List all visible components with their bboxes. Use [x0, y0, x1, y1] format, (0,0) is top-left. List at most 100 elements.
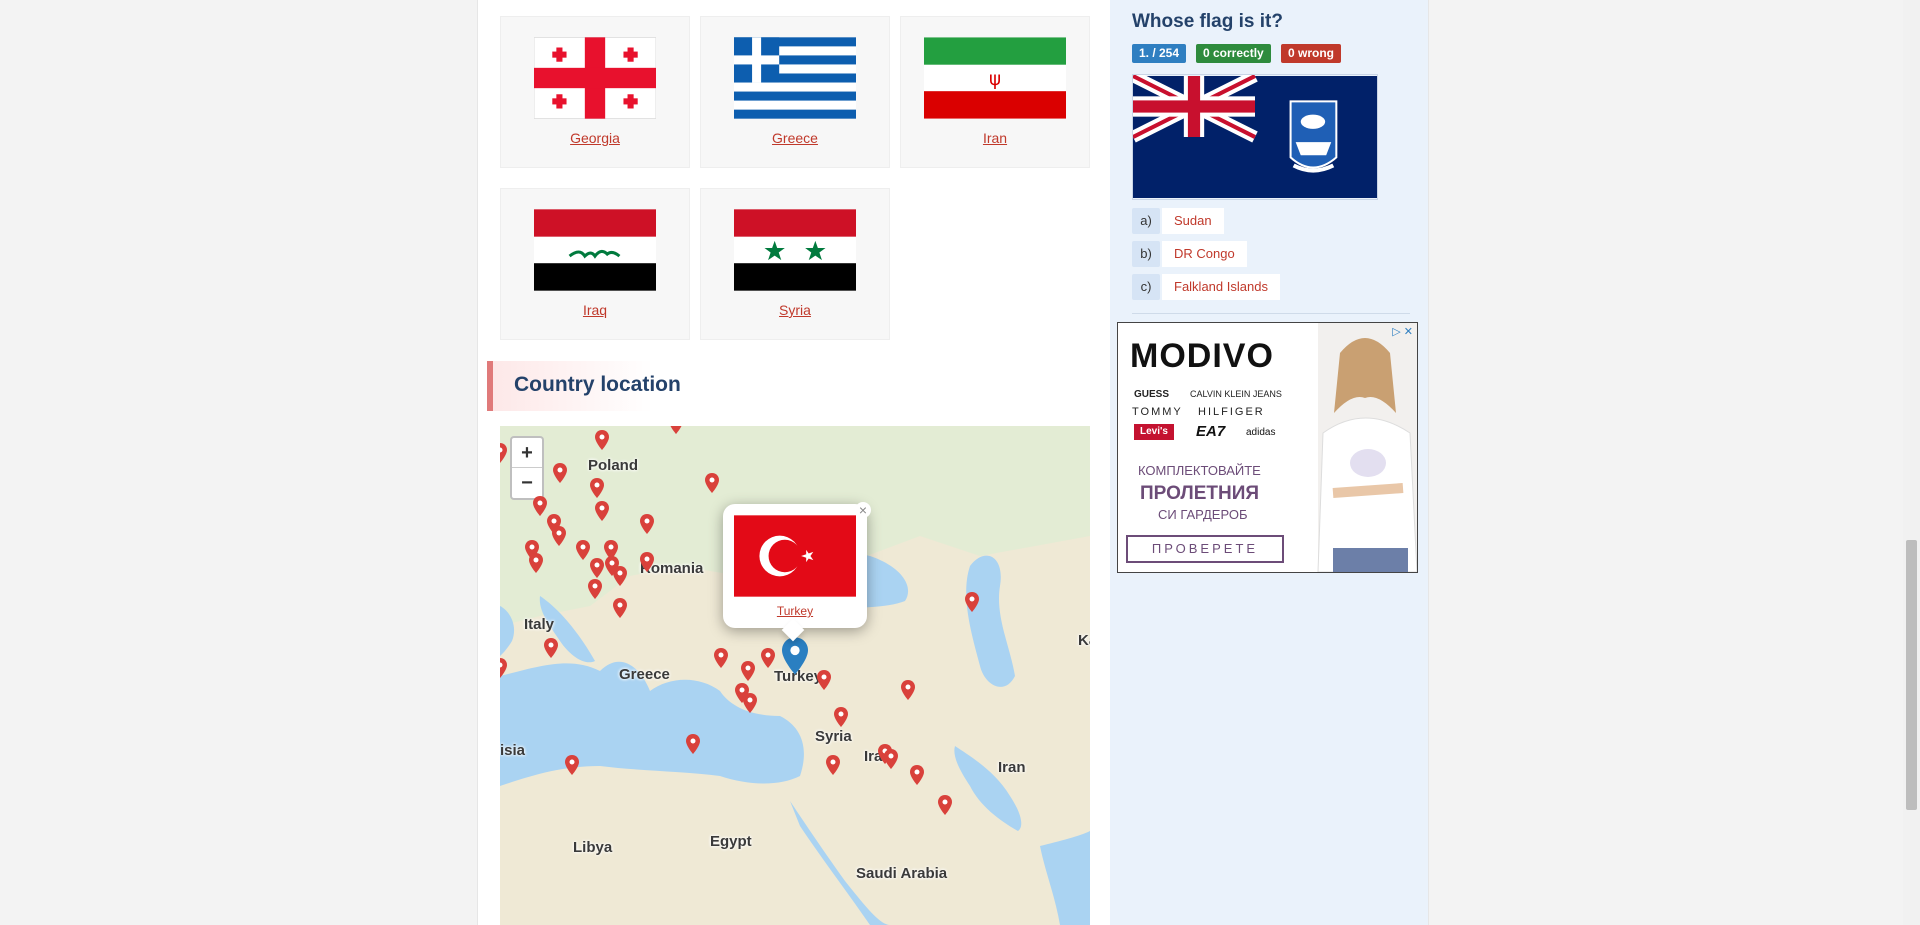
advertisement-banner[interactable]: MODIVO GUESS CALVIN KLEIN JEANS TOMMY HI…: [1117, 322, 1418, 573]
red-map-marker-icon[interactable]: [595, 430, 609, 450]
red-map-marker-icon[interactable]: [640, 514, 654, 534]
red-map-marker-icon[interactable]: [565, 755, 579, 775]
red-map-marker-icon[interactable]: [686, 734, 700, 754]
zoom-in-button[interactable]: +: [512, 438, 542, 468]
map-label-greece: Greece: [619, 666, 670, 683]
iran-flag: ψ: [924, 37, 1066, 119]
red-map-marker-icon[interactable]: [741, 661, 755, 681]
ad-choices-icon[interactable]: ▷ ✕: [1392, 325, 1413, 338]
red-map-marker-icon[interactable]: [595, 501, 609, 521]
red-map-marker-icon[interactable]: [533, 496, 547, 516]
ad-logo-adidas: adidas: [1246, 427, 1276, 438]
ad-logo-ea7: EA7: [1196, 423, 1226, 440]
ad-logo-guess: GUESS: [1134, 389, 1170, 400]
answer-c-option[interactable]: Falkland Islands: [1162, 274, 1280, 300]
correct-badge: 0 correctly: [1196, 44, 1271, 63]
red-map-marker-icon[interactable]: [884, 749, 898, 769]
red-map-marker-icon[interactable]: [588, 579, 602, 599]
red-map-marker-icon[interactable]: [613, 566, 627, 586]
popup-country-link[interactable]: Turkey: [723, 604, 867, 618]
ad-line-2: ПРОЛЕТНИЯ: [1140, 483, 1260, 504]
answer-a-letter: a): [1132, 208, 1160, 234]
flag-link-greece[interactable]: Greece: [701, 130, 889, 146]
ad-line-1: КОМПЛЕКТОВАЙТЕ: [1138, 463, 1261, 478]
red-map-marker-icon[interactable]: [910, 765, 924, 785]
red-map-marker-icon[interactable]: [552, 526, 566, 546]
scrollbar-thumb[interactable]: [1906, 540, 1917, 810]
map-popup: × Turkey: [723, 502, 871, 642]
quiz-sidebar: Whose flag is it? 1. / 254 0 correctly 0…: [1110, 0, 1428, 925]
red-map-marker-icon[interactable]: [529, 553, 543, 573]
red-map-marker-icon[interactable]: [613, 598, 627, 618]
ad-logo-calvin-klein: CALVIN KLEIN JEANS: [1190, 389, 1282, 399]
syria-flag: [734, 209, 856, 291]
red-map-marker-icon[interactable]: [590, 558, 604, 578]
red-map-marker-icon[interactable]: [669, 426, 683, 434]
map-label-saudi-arabia: Saudi Arabia: [856, 865, 948, 882]
popup-close-button[interactable]: ×: [855, 502, 871, 518]
red-map-marker-icon[interactable]: [500, 443, 507, 463]
main-column: Georgia Greece ψ Iran Iraq Syria Country…: [478, 0, 1110, 925]
svg-text:ψ: ψ: [989, 69, 1001, 90]
flag-card-iran[interactable]: ψ Iran: [900, 16, 1090, 168]
answer-c-letter: c): [1132, 274, 1160, 300]
sidebar-divider: [1132, 313, 1410, 314]
flag-link-iraq[interactable]: Iraq: [501, 302, 689, 318]
map-label-iran: Iran: [998, 759, 1026, 776]
answer-b-letter: b): [1132, 241, 1160, 267]
red-map-marker-icon[interactable]: [743, 693, 757, 713]
flag-card-iraq[interactable]: Iraq: [500, 188, 690, 340]
iraq-flag: [534, 209, 656, 291]
greece-flag: [734, 37, 856, 119]
ad-logo-levis: Levi's: [1134, 424, 1174, 440]
map-label-syria: Syria: [815, 728, 852, 745]
red-map-marker-icon[interactable]: [817, 670, 831, 690]
map-label-kazakhstan: Ka: [1078, 632, 1090, 649]
ad-line-3: СИ ГАРДЕРОБ: [1158, 507, 1248, 522]
ad-cta-button[interactable]: ПРОВЕРЕТЕ: [1126, 535, 1284, 563]
red-map-marker-icon[interactable]: [834, 707, 848, 727]
map-label-italy: Italy: [524, 616, 555, 633]
red-map-marker-icon[interactable]: [938, 795, 952, 815]
red-map-marker-icon[interactable]: [553, 463, 567, 483]
zoom-out-button[interactable]: −: [512, 468, 542, 498]
map-label-tunisia: isia: [500, 742, 526, 759]
flag-link-syria[interactable]: Syria: [701, 302, 889, 318]
red-map-marker-icon[interactable]: [714, 648, 728, 668]
map-label-egypt: Egypt: [710, 833, 752, 850]
flag-link-georgia[interactable]: Georgia: [501, 130, 689, 146]
flag-link-iran[interactable]: Iran: [901, 130, 1089, 146]
red-map-marker-icon[interactable]: [590, 478, 604, 498]
turkey-flag: [734, 515, 856, 597]
red-map-marker-icon[interactable]: [901, 680, 915, 700]
red-map-marker-icon[interactable]: [640, 552, 654, 572]
red-map-marker-icon[interactable]: [544, 638, 558, 658]
red-map-marker-icon[interactable]: [500, 658, 507, 678]
ad-logo-hilfiger: HILFIGER: [1198, 406, 1265, 418]
quiz-flag-image: [1132, 74, 1378, 200]
flag-card-greece[interactable]: Greece: [700, 16, 890, 168]
georgia-flag: [534, 37, 656, 119]
map-label-libya: Libya: [573, 839, 613, 856]
answer-a-option[interactable]: Sudan: [1162, 208, 1224, 234]
map-label-poland: Poland: [588, 457, 639, 474]
wrong-badge: 0 wrong: [1281, 44, 1342, 63]
country-map[interactable]: + − Poland Romania Italy Greece Turkey S…: [500, 426, 1090, 925]
quiz-title: Whose flag is it?: [1132, 11, 1283, 32]
country-location-heading: Country location: [487, 361, 1110, 411]
flag-card-georgia[interactable]: Georgia: [500, 16, 690, 168]
page-scrollbar[interactable]: [1903, 0, 1920, 925]
progress-badge: 1. / 254: [1132, 44, 1187, 63]
red-map-marker-icon[interactable]: [761, 648, 775, 668]
section-title-text: Country location: [514, 373, 681, 396]
answer-b-option[interactable]: DR Congo: [1162, 241, 1247, 267]
selected-map-marker-icon[interactable]: [782, 636, 808, 676]
red-map-marker-icon[interactable]: [965, 592, 979, 612]
zoom-control: + −: [510, 436, 544, 500]
flag-card-syria[interactable]: Syria: [700, 188, 890, 340]
page-content: Georgia Greece ψ Iran Iraq Syria Country…: [477, 0, 1429, 925]
red-map-marker-icon[interactable]: [826, 755, 840, 775]
red-map-marker-icon[interactable]: [705, 473, 719, 493]
red-map-marker-icon[interactable]: [576, 540, 590, 560]
heading-accent-bar: [487, 361, 493, 411]
